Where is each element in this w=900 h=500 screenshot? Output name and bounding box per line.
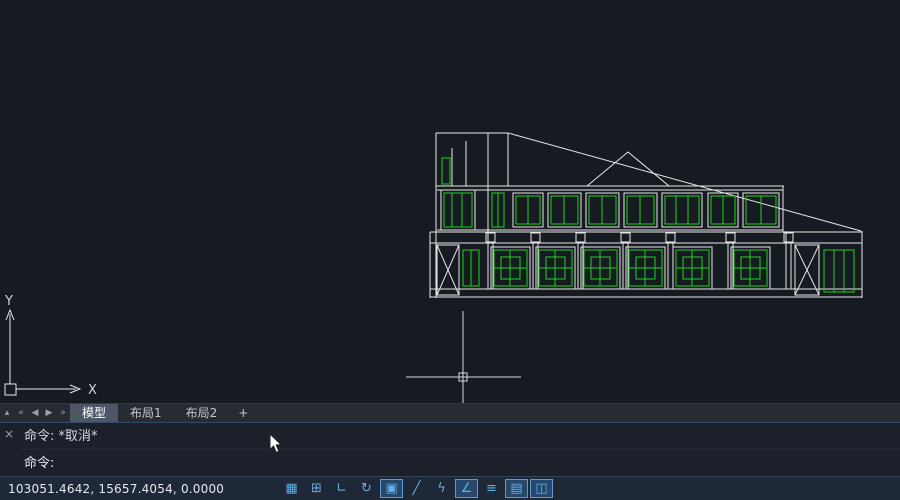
grid-toggle-button[interactable]: ▦ [280, 479, 303, 498]
next-tab-icon[interactable]: ▶ [42, 404, 56, 422]
first-tab-icon[interactable]: « [14, 404, 28, 422]
workspace-toggle-button[interactable]: ◫ [530, 479, 553, 498]
status-toggle-group: ▦ ⊞ ∟ ↻ ▣ ╱ ϟ ∠ ≡ ▤ ◫ [280, 479, 553, 498]
workspace-icon: ◫ [535, 481, 547, 496]
close-icon[interactable]: × [4, 427, 14, 441]
dynamic-ucs-toggle-button[interactable]: ∠ [455, 479, 478, 498]
drawing-canvas[interactable]: Y X [0, 0, 900, 403]
polar-tracking-icon: ↻ [361, 481, 372, 496]
polar-tracking-toggle-button[interactable]: ↻ [355, 479, 378, 498]
drawing-viewport: Y X [0, 0, 900, 403]
linetype-icon: ╱ [413, 481, 421, 496]
lineweight-toggle-button[interactable]: ≡ [480, 479, 503, 498]
right-door [795, 245, 854, 295]
command-lines: 命令: *取消* 命令: [18, 423, 900, 476]
add-layout-button[interactable]: + [229, 404, 257, 422]
ucs-icon: Y X [4, 294, 97, 398]
snap-toggle-button[interactable]: ⊞ [305, 479, 328, 498]
ucs-x-label: X [88, 383, 97, 398]
command-gutter: × [0, 423, 18, 476]
tab-layout2[interactable]: 布局2 [174, 404, 230, 422]
last-tab-icon[interactable]: » [56, 404, 70, 422]
tab-model[interactable]: 模型 [70, 404, 118, 422]
left-door [437, 245, 479, 295]
coordinate-display: 103051.4642, 15657.4054, 0.0000 [8, 482, 280, 496]
lineweight-icon: ≡ [486, 481, 497, 496]
dynamic-ucs-icon: ∠ [461, 481, 473, 496]
mouse-cursor [269, 433, 284, 454]
tab-layout1[interactable]: 布局1 [118, 404, 174, 422]
snap-icon: ⊞ [311, 481, 322, 496]
command-prompt-input[interactable]: 命令: [18, 450, 900, 477]
building-elevation-drawing [430, 133, 862, 298]
prev-tab-icon[interactable]: ◀ [28, 404, 42, 422]
object-snap-icon: ▣ [385, 481, 397, 496]
quick-view-icon[interactable]: ▴ [0, 404, 14, 422]
ortho-icon: ∟ [336, 481, 347, 496]
lightning-icon: ϟ [437, 481, 446, 496]
annotation-scale-toggle-button[interactable]: ▤ [505, 479, 528, 498]
annotation-scale-icon: ▤ [510, 481, 522, 496]
cad-application-window: Y X ▴ « ◀ ▶ » 模型 布局1 布局2 + × 命令: *取消* 命令… [0, 0, 900, 500]
crosshair-cursor [406, 311, 521, 403]
dynamic-input-toggle-button[interactable]: ϟ [430, 479, 453, 498]
object-snap-toggle-button[interactable]: ▣ [380, 479, 403, 498]
linetype-toggle-button[interactable]: ╱ [405, 479, 428, 498]
roof-lines [436, 133, 861, 298]
command-line-panel: × 命令: *取消* 命令: [0, 422, 900, 476]
ucs-y-label: Y [4, 294, 13, 309]
corbels [486, 233, 793, 242]
layout-tab-bar: ▴ « ◀ ▶ » 模型 布局1 布局2 + [0, 403, 900, 422]
ortho-toggle-button[interactable]: ∟ [330, 479, 353, 498]
status-bar: 103051.4642, 15657.4054, 0.0000 ▦ ⊞ ∟ ↻ … [0, 476, 900, 500]
grid-icon: ▦ [285, 481, 297, 496]
command-history-line: 命令: *取消* [18, 423, 900, 450]
